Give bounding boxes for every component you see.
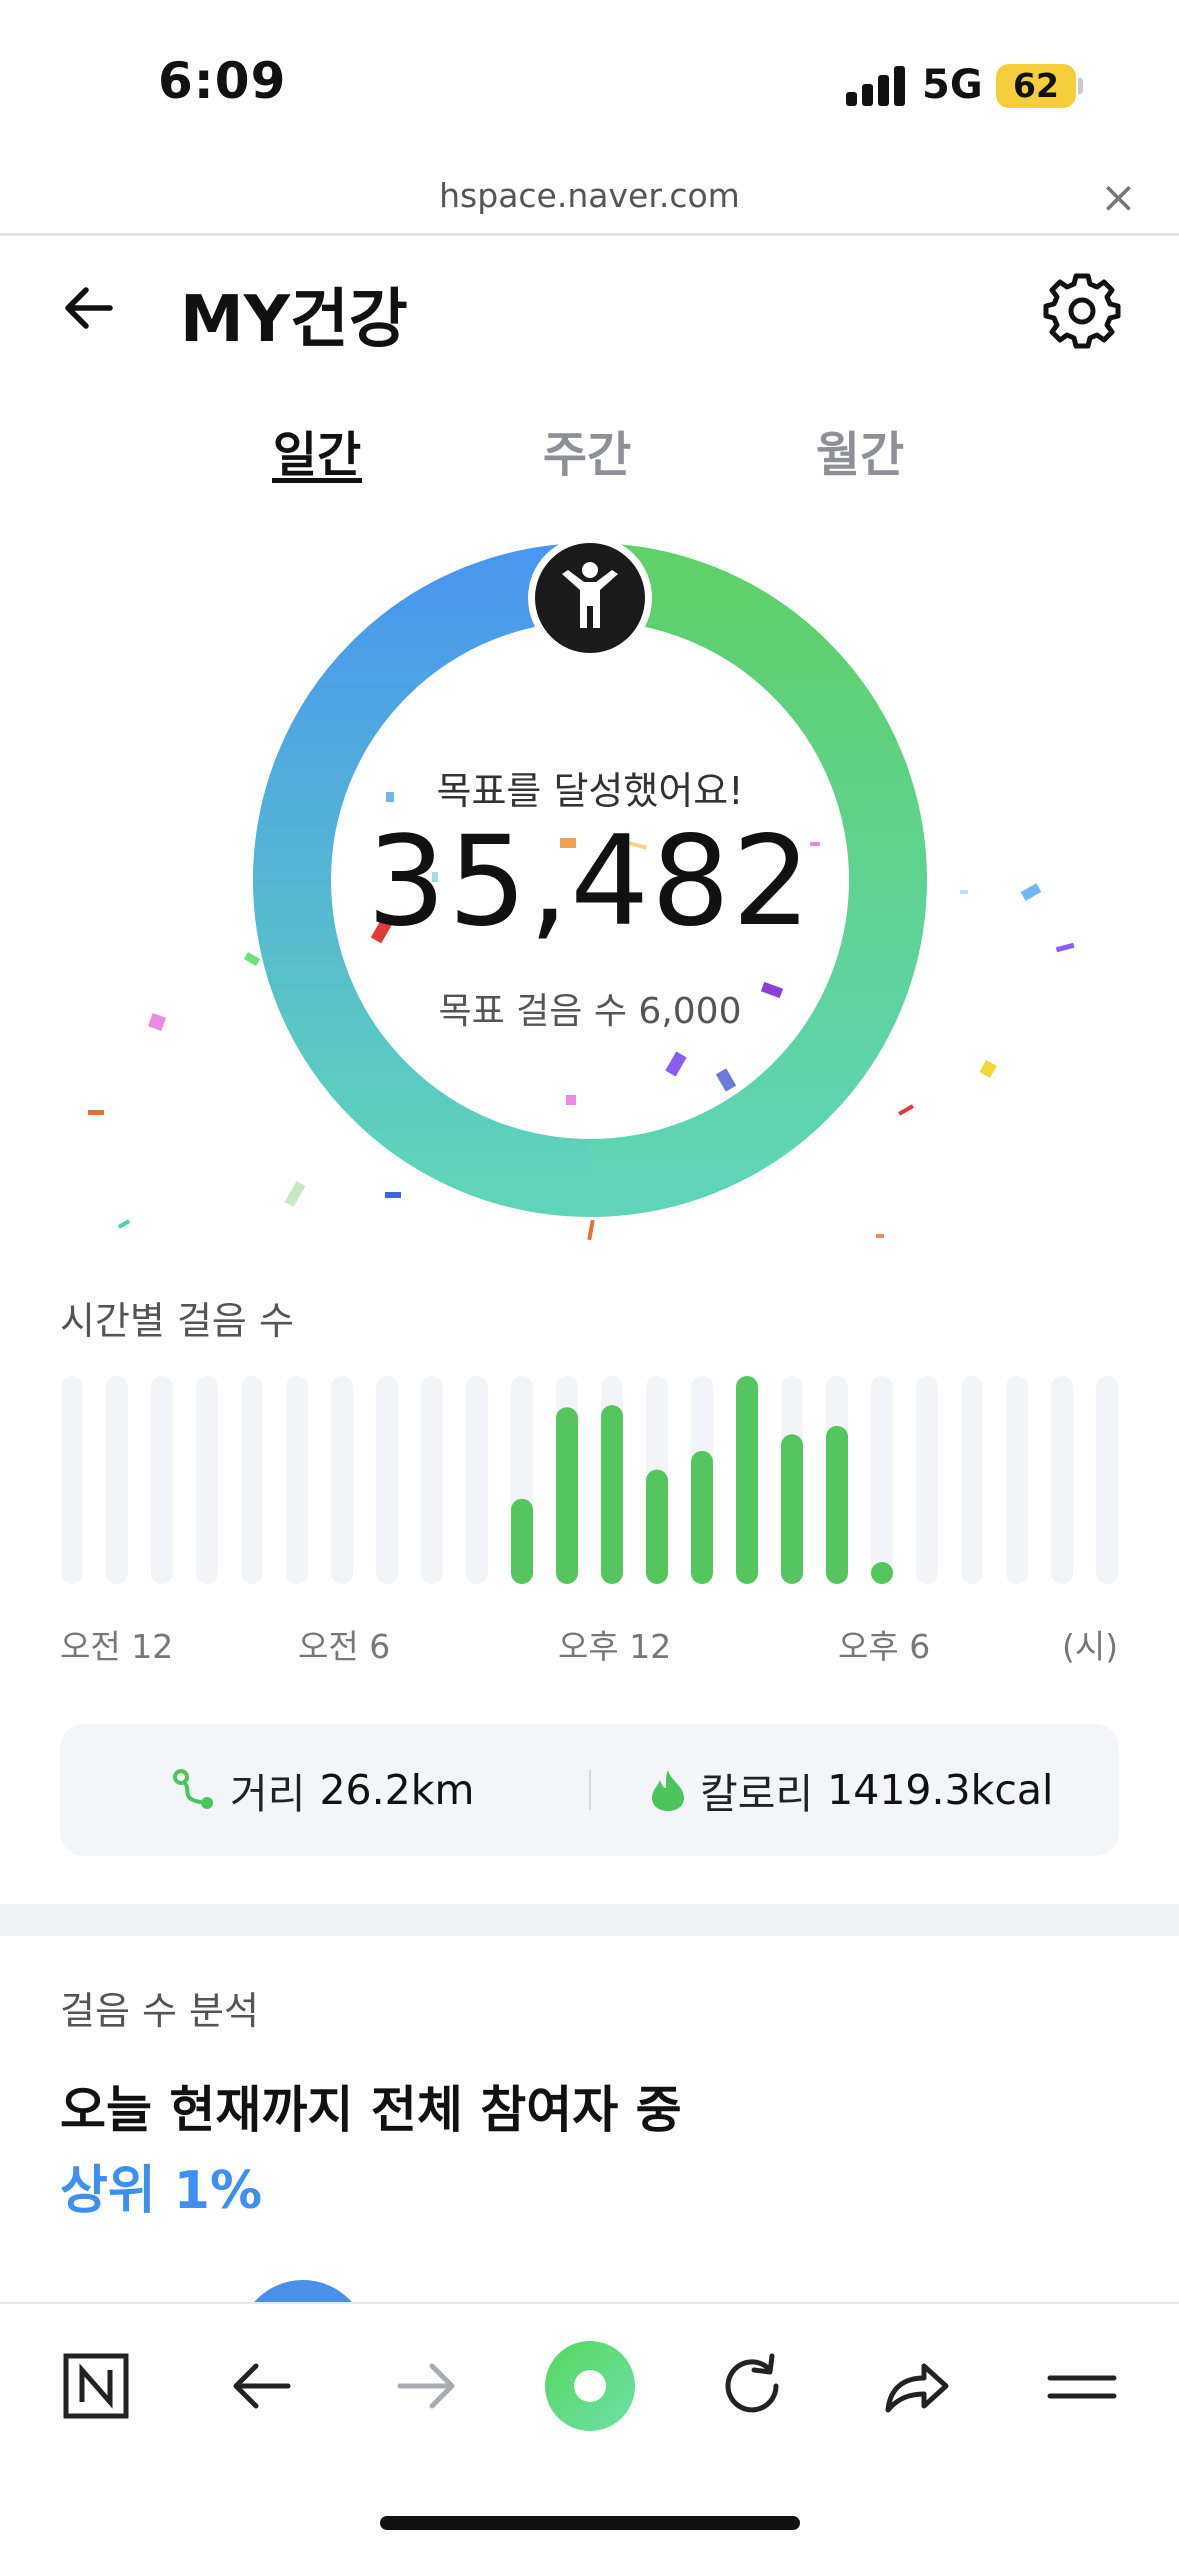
goal-achieved-message: 목표를 달성했어요! <box>436 769 744 813</box>
analysis-section-label: 걸음 수 분석 <box>60 1989 259 2033</box>
hour-track <box>196 1376 218 1584</box>
hour-bar <box>511 1498 533 1584</box>
battery-icon: 62 <box>996 64 1076 108</box>
axis-label-12am: 오전 12 <box>60 1627 174 1666</box>
battery-tip <box>1078 78 1083 94</box>
tab-underline <box>272 478 362 483</box>
hour-bar <box>601 1405 623 1584</box>
hour-track <box>466 1376 488 1584</box>
green-dot-icon[interactable] <box>540 2336 640 2436</box>
hour-track <box>241 1376 263 1584</box>
close-icon[interactable]: × <box>1100 172 1137 223</box>
hour-bar <box>826 1425 848 1584</box>
person-icon <box>528 536 652 660</box>
back-icon[interactable] <box>222 2346 302 2426</box>
hour-track <box>961 1376 983 1584</box>
hour-bar <box>691 1450 713 1584</box>
gear-icon[interactable] <box>1040 268 1124 352</box>
battery-level: 62 <box>1013 66 1059 105</box>
axis-label-6am: 오전 6 <box>298 1627 391 1666</box>
hour-track <box>1096 1376 1118 1584</box>
network-type: 5G <box>922 62 983 108</box>
calorie-label: 칼로리 <box>700 1770 814 1818</box>
calorie-stat: 칼로리 1419.3kcal <box>650 1762 1053 1818</box>
hour-track <box>1051 1376 1073 1584</box>
url-bar[interactable]: hspace.naver.com <box>0 176 1179 215</box>
page-title: MY건강 <box>180 283 408 357</box>
distance-stat: 거리 26.2km <box>172 1762 474 1818</box>
hour-bar <box>646 1469 668 1584</box>
step-count: 35,482 <box>367 810 813 954</box>
flame-icon <box>652 1770 684 1811</box>
distance-label: 거리 <box>230 1770 306 1818</box>
share-icon[interactable] <box>876 2346 956 2426</box>
hour-track <box>1006 1376 1028 1584</box>
hour-bar <box>736 1376 758 1584</box>
hour-track <box>376 1376 398 1584</box>
hourly-steps-chart <box>61 1376 1118 1584</box>
distance-value: 26.2km <box>319 1766 475 1814</box>
section-separator <box>0 1904 1179 1936</box>
hour-bar <box>556 1407 578 1584</box>
signal-strength-icon <box>846 66 908 106</box>
forward-icon[interactable] <box>386 2346 466 2426</box>
divider <box>0 233 1179 236</box>
stat-divider <box>589 1770 591 1810</box>
axis-unit-label: (시) <box>1062 1627 1119 1666</box>
menu-icon[interactable] <box>1042 2346 1122 2426</box>
route-icon <box>173 1769 213 1809</box>
hour-bar <box>871 1562 893 1584</box>
home-indicator <box>380 2516 800 2530</box>
hour-track <box>286 1376 308 1584</box>
hourly-chart-title: 시간별 걸음 수 <box>60 1299 294 1343</box>
axis-label-6pm: 오후 6 <box>838 1627 931 1666</box>
analysis-rank: 상위 1% <box>60 2161 263 2221</box>
hour-track <box>151 1376 173 1584</box>
hour-track <box>916 1376 938 1584</box>
hour-track <box>421 1376 443 1584</box>
hour-track <box>61 1376 83 1584</box>
reload-icon[interactable] <box>712 2346 792 2426</box>
axis-label-12pm: 오후 12 <box>558 1627 672 1666</box>
naver-home-icon[interactable] <box>56 2346 136 2426</box>
calorie-value: 1419.3kcal <box>827 1766 1054 1814</box>
tab-monthly[interactable]: 월간 <box>760 415 960 485</box>
analysis-headline: 오늘 현재까지 전체 참여자 중 <box>60 2081 682 2139</box>
hour-track <box>106 1376 128 1584</box>
goal-steps-label: 목표 걸음 수 6,000 <box>438 991 742 1032</box>
hour-track <box>331 1376 353 1584</box>
back-arrow-icon[interactable] <box>58 276 122 340</box>
hour-track <box>871 1376 893 1584</box>
tab-daily[interactable]: 일간 <box>217 415 417 485</box>
hour-bar <box>781 1434 803 1584</box>
tab-weekly[interactable]: 주간 <box>487 415 687 485</box>
status-time: 6:09 <box>158 52 287 110</box>
